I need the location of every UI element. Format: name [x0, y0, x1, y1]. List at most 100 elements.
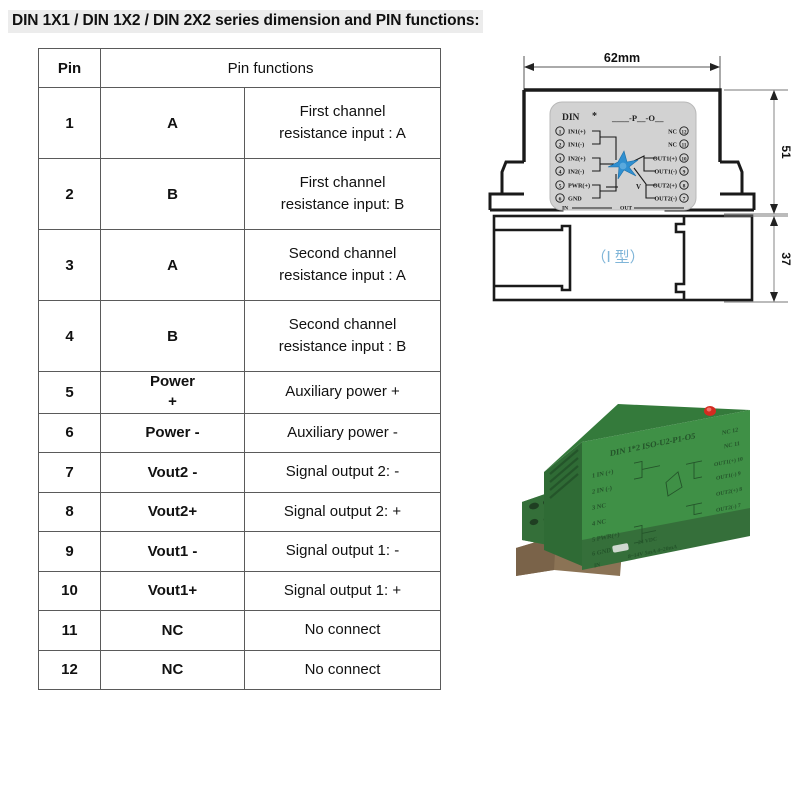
table-row: 1 A First channel resistance input : A: [38, 87, 442, 159]
table-row: 3 A Second channel resistance input : A: [38, 229, 442, 301]
cell-pin-function: No connect: [243, 610, 442, 651]
svg-text:3: 3: [559, 156, 562, 162]
svg-text:1: 1: [559, 129, 562, 135]
svg-text:OUT1(+): OUT1(+): [653, 155, 677, 162]
svg-text:6: 6: [559, 196, 562, 202]
cell-pin-symbol: B: [100, 300, 245, 372]
cell-pin-number: 2: [38, 158, 101, 230]
cell-pin-number: 8: [38, 491, 101, 532]
table-row: 12 NC No connect: [38, 649, 442, 690]
cell-pin-number: 11: [38, 610, 101, 651]
cell-pin-symbol: NC: [100, 610, 245, 651]
svg-text:IN1(-): IN1(-): [568, 141, 584, 148]
table-row: 7 Vout2 - Signal output 2: -: [38, 452, 442, 493]
arrow-right-icon: [710, 63, 720, 71]
arrow-down-icon: [770, 204, 778, 214]
plate-footer-out: OUT: [620, 206, 632, 212]
cell-pin-number: 4: [38, 300, 101, 372]
arrow-left-icon: [524, 63, 534, 71]
dimension-height-lower-label: 37: [779, 252, 793, 266]
module-enclosure: [544, 404, 750, 570]
function-line-2: resistance input : A: [279, 267, 406, 284]
cell-pin-symbol: B: [100, 158, 245, 230]
svg-text:OUT2(+): OUT2(+): [653, 182, 677, 189]
cell-pin-symbol: Power +: [100, 371, 245, 414]
svg-text:11: 11: [682, 143, 687, 148]
table-row: 2 B First channel resistance input: B: [38, 158, 442, 230]
cell-pin-number: 10: [38, 570, 101, 611]
cell-pin-function: Signal output 1: -: [243, 531, 442, 572]
type-label: （Ⅰ 型）: [591, 249, 644, 266]
function-line-1: First channel: [299, 103, 386, 121]
cell-pin-symbol: NC: [100, 649, 245, 690]
function-line-1: Second channel: [288, 316, 397, 334]
cell-pin-function: Second channel resistance input : B: [243, 300, 442, 372]
table-row: 5 Power + Auxiliary power +: [38, 371, 442, 414]
svg-text:2: 2: [559, 142, 562, 148]
plate-voltage-mark: V: [636, 183, 641, 191]
height-dimension-lower: [724, 215, 788, 303]
svg-text:OUT1(-): OUT1(-): [654, 168, 677, 175]
function-line-1: First channel: [299, 174, 386, 192]
table-row: 8 Vout2+ Signal output 2: +: [38, 491, 442, 532]
function-line-2: resistance input: B: [280, 196, 405, 213]
cell-pin-symbol: Vout1+: [100, 570, 245, 611]
cell-pin-number: 9: [38, 531, 101, 572]
cell-pin-number: 1: [38, 87, 101, 159]
arrow-up-icon: [770, 90, 778, 100]
cell-pin-symbol: Vout2+: [100, 491, 245, 532]
symbol-line-1: Power: [149, 373, 195, 390]
cell-pin-function: Signal output 1: +: [243, 570, 442, 611]
cell-pin-function: Signal output 2: +: [243, 491, 442, 532]
cell-pin-number: 6: [38, 412, 101, 453]
header-pin-functions: Pin functions: [99, 48, 442, 88]
svg-text:10: 10: [682, 157, 688, 162]
plate-model-star: *: [592, 111, 597, 122]
table-header-row: Pin Pin functions: [38, 48, 442, 88]
svg-text:PWR(+): PWR(+): [568, 182, 590, 189]
page-title: DIN 1X1 / DIN 1X2 / DIN 2X2 series dimen…: [8, 10, 484, 33]
plate-footer-in: IN: [562, 206, 568, 212]
table-row: 10 Vout1+ Signal output 1: +: [38, 570, 442, 611]
status-led-icon: [704, 406, 716, 416]
cell-pin-symbol: Vout1 -: [100, 531, 245, 572]
svg-text:IN1(+): IN1(+): [568, 128, 586, 135]
function-line-1: Second channel: [288, 245, 397, 263]
svg-text:7: 7: [683, 196, 686, 202]
cell-pin-symbol: A: [100, 87, 245, 159]
dimension-height-upper-label: 51: [779, 145, 793, 159]
arrow-down-icon-2: [770, 292, 778, 302]
cell-pin-number: 7: [38, 452, 101, 493]
cell-pin-symbol: A: [100, 229, 245, 301]
function-line-2: resistance input : B: [278, 338, 407, 355]
svg-text:IN2(-): IN2(-): [568, 168, 584, 175]
header-pin: Pin: [38, 48, 101, 88]
table-row: 11 NC No connect: [38, 610, 442, 651]
svg-text:8: 8: [683, 183, 686, 189]
pin-functions-table: Pin Pin functions 1 A First channel resi…: [38, 48, 442, 690]
plate-model-suffix: ____-P__-O__: [611, 113, 664, 123]
cell-pin-function: First channel resistance input: B: [243, 158, 442, 230]
cell-pin-function: Second channel resistance input : A: [243, 229, 442, 301]
svg-text:OUT2(-): OUT2(-): [654, 195, 677, 202]
svg-text:NC: NC: [668, 128, 677, 135]
svg-text:4: 4: [559, 169, 562, 175]
cell-pin-symbol: Vout2 -: [100, 452, 245, 493]
cell-pin-function: Auxiliary power -: [243, 412, 442, 453]
cell-pin-number: 5: [38, 371, 101, 414]
dimension-width-label: 62mm: [604, 51, 640, 65]
table-row: 6 Power - Auxiliary power -: [38, 412, 442, 453]
arrow-up-icon-2: [770, 216, 778, 226]
cell-pin-number: 12: [38, 649, 101, 690]
cell-pin-function: Auxiliary power +: [243, 371, 442, 414]
product-photo: DIN 1*2 ISO-U2-P1-O5 NC 12 1 IN (+) NC 1…: [500, 380, 800, 615]
table-row: 9 Vout1 - Signal output 1: -: [38, 531, 442, 572]
table-row: 4 B Second channel resistance input : B: [38, 300, 442, 372]
svg-text:IN2(+): IN2(+): [568, 155, 586, 162]
cell-pin-function: First channel resistance input : A: [243, 87, 442, 159]
dimension-drawing: 62mm . . DIN * ____-P__-O__ 1 IN1(+) 2 I…: [488, 44, 800, 334]
svg-text:NC: NC: [668, 141, 677, 148]
cell-pin-symbol: Power -: [100, 412, 245, 453]
cell-pin-function: No connect: [243, 649, 442, 690]
svg-text:12: 12: [682, 130, 688, 135]
